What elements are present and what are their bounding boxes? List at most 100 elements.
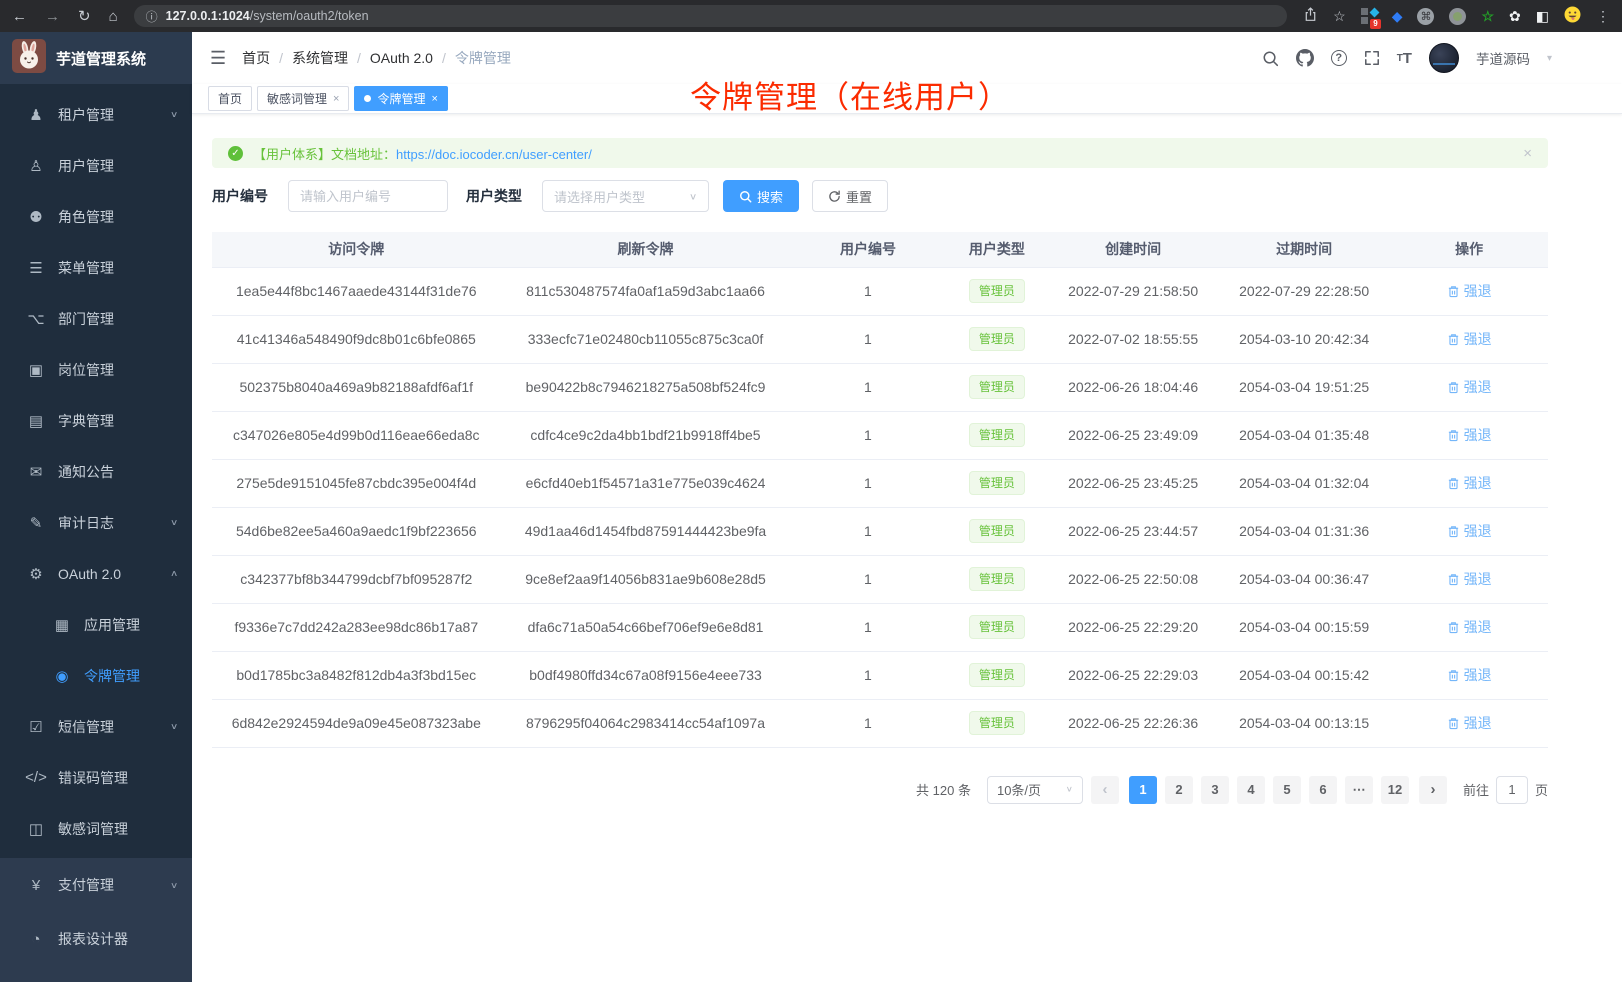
trash-icon (1447, 333, 1460, 346)
search-button[interactable]: 搜索 (723, 180, 799, 212)
tab-sensitive-word[interactable]: 敏感词管理 × (257, 86, 349, 111)
browser-menu-icon[interactable]: ⋮ (1596, 8, 1610, 25)
gem-extension-icon[interactable]: ◆ (1392, 8, 1403, 25)
sidebar-item-label: 短信管理 (58, 717, 114, 737)
page-button[interactable]: ⋯ (1345, 776, 1373, 804)
sidebar-item-audit-log[interactable]: ✎ 审计日志 ∨ (0, 497, 192, 548)
user-id-input[interactable] (300, 189, 436, 204)
goto-page-input[interactable] (1496, 776, 1528, 804)
page-button[interactable]: 6 (1309, 776, 1337, 804)
command-extension-icon[interactable]: ⌘ (1417, 8, 1434, 25)
help-icon[interactable]: ? (1331, 50, 1347, 66)
sidebar-item-sensitive-word[interactable]: ◫ 敏感词管理 (0, 803, 192, 854)
reset-button[interactable]: 重置 (812, 180, 888, 212)
forward-icon[interactable]: → (45, 8, 60, 25)
sidebar-item-tenant[interactable]: ♟ 租户管理 ∨ (0, 89, 192, 140)
refresh-token-cell: 9ce8ef2aa9f14056b831ae9b608e28d5 (501, 555, 791, 603)
column-header: 操作 (1390, 232, 1548, 267)
user-id-cell: 1 (790, 699, 945, 747)
force-logout-link[interactable]: 强退 (1447, 377, 1492, 397)
force-logout-link[interactable]: 强退 (1447, 281, 1492, 301)
force-logout-link[interactable]: 强退 (1447, 665, 1492, 685)
search-icon[interactable] (1262, 50, 1279, 67)
tab-close-icon[interactable]: × (333, 93, 339, 105)
force-logout-link[interactable]: 强退 (1447, 617, 1492, 637)
username[interactable]: 芋道源码 (1476, 48, 1530, 68)
prev-page-button[interactable]: ‹ (1091, 776, 1119, 804)
font-size-icon[interactable]: TT (1397, 50, 1412, 67)
sidebar-item-app[interactable]: ▦ 应用管理 (0, 599, 192, 650)
user-id-field[interactable] (288, 180, 448, 212)
sidebar-item-role[interactable]: ⚉ 角色管理 (0, 191, 192, 242)
expire-time-cell: 2054-03-04 00:13:15 (1218, 699, 1390, 747)
app-logo-row[interactable]: 芋道管理系统 (0, 32, 192, 84)
force-logout-link[interactable]: 强退 (1447, 713, 1492, 733)
avatar[interactable] (1429, 43, 1459, 73)
breadcrumb-separator: / (357, 50, 361, 66)
sidebar-item-notice[interactable]: ✉ 通知公告 (0, 446, 192, 497)
doc-alert-banner: ✓ 【用户体系】文档地址：https://doc.iocoder.cn/user… (212, 138, 1548, 168)
sidebar-item-dept[interactable]: ⌥ 部门管理 (0, 293, 192, 344)
sidebar-item-menu[interactable]: ☰ 菜单管理 (0, 242, 192, 293)
sidebar-item-report-designer[interactable]: ◔ 报表设计器 (0, 912, 192, 966)
site-info-icon[interactable]: ⓘ (146, 8, 158, 25)
star-extension-icon[interactable]: ☆ (1481, 8, 1494, 25)
sidebar-item-post[interactable]: ▣ 岗位管理 (0, 344, 192, 395)
tab-close-icon[interactable]: × (431, 93, 437, 105)
force-logout-link[interactable]: 强退 (1447, 329, 1492, 349)
sidebar-item-token[interactable]: ◉ 令牌管理 (0, 650, 192, 701)
expire-time-cell: 2054-03-04 00:15:42 (1218, 651, 1390, 699)
table-row: b0d1785bc3a8482f812db4a3f3bd15ec b0df498… (212, 651, 1548, 699)
fullscreen-icon[interactable] (1364, 50, 1380, 66)
edit-log-icon: ✎ (24, 514, 48, 532)
reload-icon[interactable]: ↻ (78, 7, 91, 25)
user-id-cell: 1 (790, 603, 945, 651)
tab-token[interactable]: 令牌管理 × (354, 86, 447, 111)
sidebar-collapse-icon[interactable]: ☰ (210, 48, 226, 69)
breadcrumb-home[interactable]: 首页 (242, 48, 270, 68)
address-bar[interactable]: ⓘ 127.0.0.1:1024/system/oauth2/token (134, 5, 1287, 27)
breadcrumb-system[interactable]: 系统管理 (292, 48, 348, 68)
sidebar-item-sms[interactable]: ☑ 短信管理 ∨ (0, 701, 192, 752)
panel-extension-icon[interactable]: ◧ (1536, 8, 1549, 25)
chevron-down-icon: ∨ (1066, 785, 1073, 794)
record-extension-icon[interactable] (1449, 8, 1466, 25)
page-button[interactable]: 4 (1237, 776, 1265, 804)
sidebar-item-user[interactable]: ♙ 用户管理 (0, 140, 192, 191)
page-button[interactable]: 3 (1201, 776, 1229, 804)
doc-link[interactable]: https://doc.iocoder.cn/user-center/ (396, 147, 592, 162)
force-logout-link[interactable]: 强退 (1447, 569, 1492, 589)
home-icon[interactable]: ⌂ (109, 8, 118, 25)
extension-badge: 9 (1370, 19, 1380, 29)
trash-icon (1447, 477, 1460, 490)
flower-extension-icon[interactable]: ✿ (1509, 8, 1521, 25)
page-button[interactable]: 2 (1165, 776, 1193, 804)
sidebar-item-dict[interactable]: ▤ 字典管理 (0, 395, 192, 446)
sidebar-item-oauth[interactable]: ⚙ OAuth 2.0 ∧ (0, 548, 192, 599)
sidebar-item-label: 岗位管理 (58, 360, 114, 380)
force-logout-link[interactable]: 强退 (1447, 473, 1492, 493)
user-type-label: 用户类型 (466, 186, 522, 206)
user-type-select[interactable]: 请选择用户类型 ∨ (542, 180, 709, 212)
breadcrumb-oauth[interactable]: OAuth 2.0 (370, 50, 433, 66)
force-logout-link[interactable]: 强退 (1447, 425, 1492, 445)
alert-close-icon[interactable]: × (1523, 145, 1532, 162)
github-icon[interactable] (1296, 49, 1314, 67)
sidebar-item-error-code[interactable]: </> 错误码管理 (0, 752, 192, 803)
table-row: 1ea5e44f8bc1467aaede43144f31de76 811c530… (212, 267, 1548, 315)
tab-home[interactable]: 首页 (208, 86, 252, 111)
page-size-select[interactable]: 10条/页 ∨ (987, 776, 1083, 804)
profile-emoji-icon[interactable] (1564, 6, 1581, 26)
total-count: 共 120 条 (916, 780, 971, 799)
force-logout-link[interactable]: 强退 (1447, 521, 1492, 541)
back-icon[interactable]: ← (12, 8, 27, 25)
page-button[interactable]: 5 (1273, 776, 1301, 804)
page-button[interactable]: 12 (1381, 776, 1409, 804)
sidebar-item-pay[interactable]: ¥ 支付管理 ∨ (0, 858, 192, 912)
extension-grid-icon[interactable]: 9 (1361, 8, 1377, 24)
page-button[interactable]: 1 (1129, 776, 1157, 804)
share-icon[interactable] (1303, 7, 1318, 25)
next-page-button[interactable]: › (1419, 776, 1447, 804)
bookmark-star-icon[interactable]: ☆ (1333, 8, 1346, 25)
caret-down-icon[interactable]: ▾ (1547, 53, 1552, 64)
